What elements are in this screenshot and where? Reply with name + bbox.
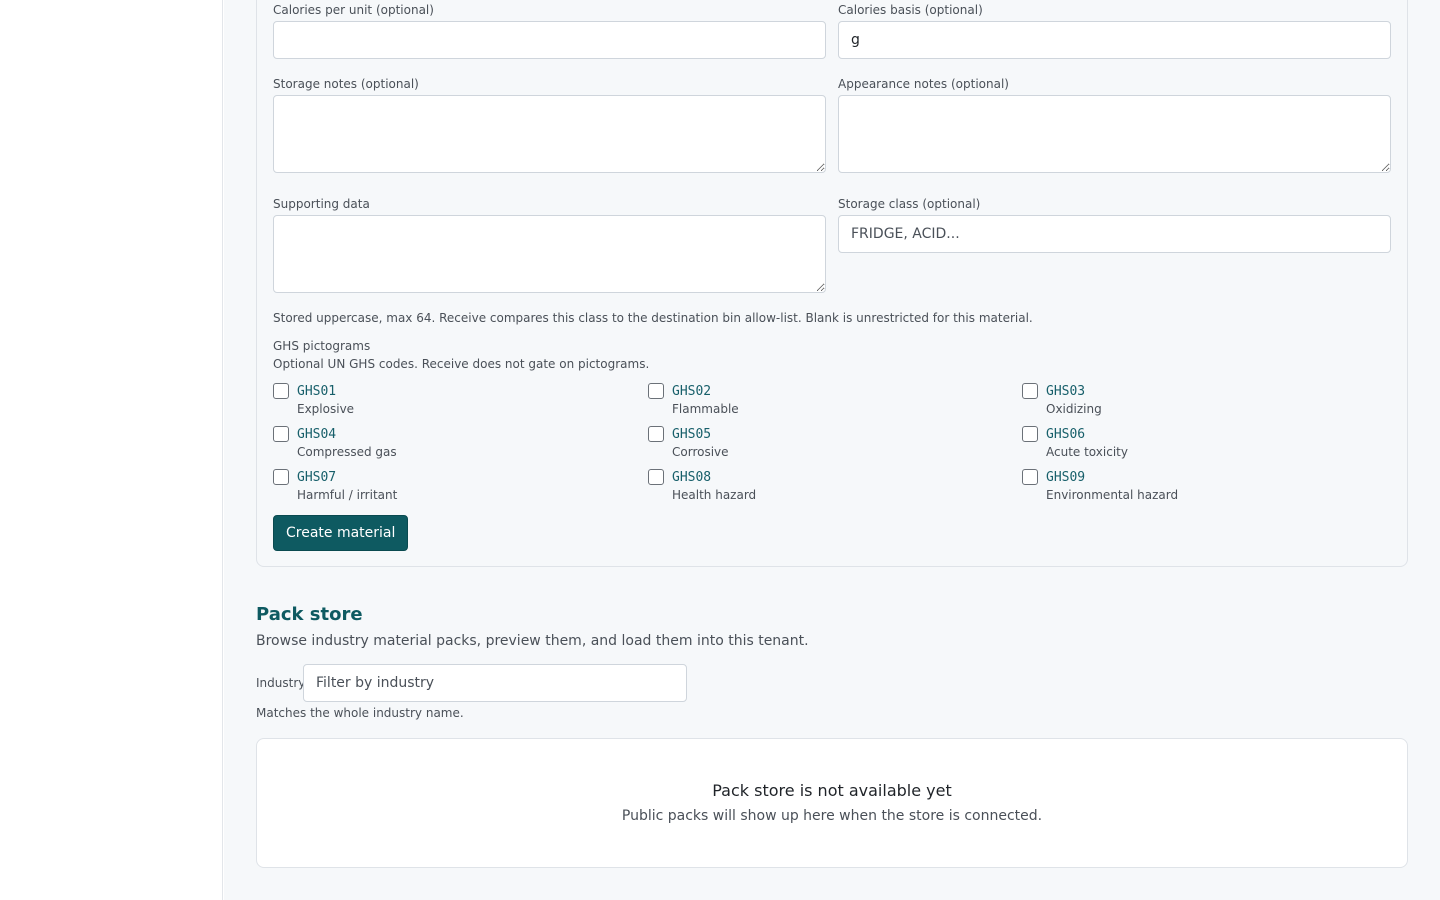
ghs-description: Harmful / irritant bbox=[297, 488, 398, 502]
industry-hint: Matches the whole industry name. bbox=[256, 706, 464, 720]
ghs-option-ghs09[interactable]: GHS09 Environmental hazard bbox=[1022, 469, 1382, 509]
appearance-notes-label: Appearance notes (optional) bbox=[838, 77, 1009, 91]
ghs-code: GHS06 bbox=[1046, 427, 1086, 442]
calories-basis-input[interactable] bbox=[838, 21, 1391, 59]
storage-class-input[interactable] bbox=[838, 215, 1391, 253]
ghs-description: Environmental hazard bbox=[1046, 488, 1179, 502]
industry-label: Industry bbox=[256, 676, 306, 690]
ghs-option-ghs03[interactable]: GHS03 Oxidizing bbox=[1022, 383, 1382, 423]
ghs-checkbox-ghs06[interactable] bbox=[1022, 426, 1038, 442]
pack-store-title: Pack store bbox=[256, 604, 363, 625]
ghs-checkbox-ghs03[interactable] bbox=[1022, 383, 1038, 399]
ghs-code: GHS02 bbox=[672, 384, 712, 399]
ghs-checkbox-ghs08[interactable] bbox=[648, 469, 664, 485]
ghs-description: Health hazard bbox=[672, 488, 757, 502]
ghs-description: Oxidizing bbox=[1046, 402, 1102, 416]
storage-notes-label: Storage notes (optional) bbox=[273, 77, 419, 91]
supporting-data-label: Supporting data bbox=[273, 197, 370, 211]
storage-class-hint: Stored uppercase, max 64. Receive compar… bbox=[273, 311, 1033, 325]
empty-state-subtitle: Public packs will show up here when the … bbox=[621, 808, 1043, 824]
ghs-code: GHS04 bbox=[297, 427, 337, 442]
ghs-code: GHS09 bbox=[1046, 470, 1086, 485]
ghs-option-ghs08[interactable]: GHS08 Health hazard bbox=[648, 469, 1008, 509]
ghs-checkbox-ghs07[interactable] bbox=[273, 469, 289, 485]
main-content: Calories per unit (optional) Calories ba… bbox=[224, 0, 1440, 900]
appearance-notes-textarea[interactable] bbox=[838, 95, 1391, 173]
ghs-hint: Optional UN GHS codes. Receive does not … bbox=[273, 357, 650, 371]
ghs-code: GHS03 bbox=[1046, 384, 1086, 399]
calories-per-unit-input[interactable] bbox=[273, 21, 826, 59]
ghs-description: Explosive bbox=[297, 402, 355, 416]
pack-store-subtitle: Browse industry material packs, preview … bbox=[256, 633, 809, 649]
calories-per-unit-label: Calories per unit (optional) bbox=[273, 3, 434, 17]
material-form-card: Calories per unit (optional) Calories ba… bbox=[256, 0, 1408, 567]
ghs-option-ghs01[interactable]: GHS01 Explosive bbox=[273, 383, 633, 423]
ghs-option-ghs06[interactable]: GHS06 Acute toxicity bbox=[1022, 426, 1382, 466]
storage-notes-textarea[interactable] bbox=[273, 95, 826, 173]
ghs-description: Acute toxicity bbox=[1046, 445, 1128, 459]
empty-state-title: Pack store is not available yet bbox=[712, 781, 952, 800]
industry-filter-input[interactable] bbox=[303, 664, 687, 702]
ghs-code: GHS05 bbox=[672, 427, 712, 442]
ghs-checkbox-ghs09[interactable] bbox=[1022, 469, 1038, 485]
ghs-title: GHS pictograms bbox=[273, 339, 371, 353]
create-material-button[interactable]: Create material bbox=[273, 515, 409, 551]
ghs-option-ghs02[interactable]: GHS02 Flammable bbox=[648, 383, 1008, 423]
ghs-option-ghs04[interactable]: GHS04 Compressed gas bbox=[273, 426, 633, 466]
ghs-option-ghs05[interactable]: GHS05 Corrosive bbox=[648, 426, 1008, 466]
ghs-description: Corrosive bbox=[672, 445, 729, 459]
ghs-code: GHS08 bbox=[672, 470, 712, 485]
ghs-description: Compressed gas bbox=[297, 445, 397, 459]
supporting-data-textarea[interactable] bbox=[273, 215, 826, 293]
ghs-checkbox-ghs02[interactable] bbox=[648, 383, 664, 399]
ghs-checkbox-ghs01[interactable] bbox=[273, 383, 289, 399]
pack-store-empty-state: Pack store is not available yet Public p… bbox=[256, 738, 1408, 868]
ghs-description: Flammable bbox=[672, 402, 739, 416]
ghs-option-ghs07[interactable]: GHS07 Harmful / irritant bbox=[273, 469, 633, 509]
ghs-code: GHS07 bbox=[297, 470, 337, 485]
ghs-checkbox-ghs05[interactable] bbox=[648, 426, 664, 442]
sidebar bbox=[0, 0, 223, 900]
calories-basis-label: Calories basis (optional) bbox=[838, 3, 983, 17]
storage-class-label: Storage class (optional) bbox=[838, 197, 981, 211]
ghs-checkbox-ghs04[interactable] bbox=[273, 426, 289, 442]
ghs-code: GHS01 bbox=[297, 384, 337, 399]
